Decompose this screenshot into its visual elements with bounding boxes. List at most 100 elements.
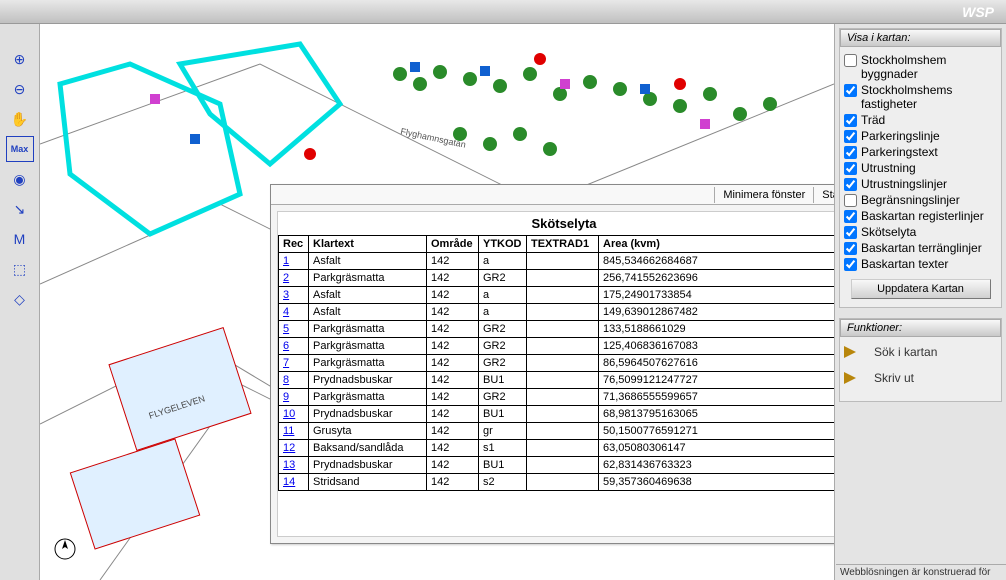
rec-link[interactable]: 8: [279, 372, 309, 389]
close-window-link[interactable]: Stäng: [813, 187, 834, 203]
layer-label[interactable]: Begränsningslinjer: [861, 193, 997, 207]
measure-icon[interactable]: M: [6, 226, 34, 252]
cell: s2: [479, 474, 527, 491]
zoom-out-icon[interactable]: ⊖: [6, 76, 34, 102]
rec-link[interactable]: 3: [279, 287, 309, 304]
info-icon[interactable]: ⬚: [6, 256, 34, 282]
cell: 142: [427, 338, 479, 355]
layer-label[interactable]: Baskartan terränglinjer: [861, 241, 997, 255]
col-header: Area (kvm): [599, 236, 835, 253]
cell: 149,639012867482: [599, 304, 835, 321]
layer-label[interactable]: Träd: [861, 113, 997, 127]
rec-link[interactable]: 5: [279, 321, 309, 338]
layer-row: Parkeringslinje: [844, 129, 997, 143]
cell: 256,741552623696: [599, 270, 835, 287]
rec-link[interactable]: 14: [279, 474, 309, 491]
layer-row: Baskartan terränglinjer: [844, 241, 997, 255]
layer-checkbox[interactable]: [844, 146, 857, 159]
cell: a: [479, 253, 527, 270]
data-window-titlebar: Minimera fönster Stäng: [271, 185, 834, 205]
cell: [527, 287, 599, 304]
erase-icon[interactable]: ◇: [6, 286, 34, 312]
layer-label[interactable]: Parkeringslinje: [861, 129, 997, 143]
arrow-icon: [844, 343, 868, 361]
layer-checkbox[interactable]: [844, 84, 857, 97]
cell: Baksand/sandlåda: [309, 440, 427, 457]
sidebar: Visa i kartan: Stockholmshem byggnaderSt…: [834, 24, 1006, 580]
layer-checkbox[interactable]: [844, 130, 857, 143]
layer-label[interactable]: Parkeringstext: [861, 145, 997, 159]
identify-icon[interactable]: ◉: [6, 166, 34, 192]
cell: 142: [427, 253, 479, 270]
minimize-window-link[interactable]: Minimera fönster: [714, 187, 813, 203]
function-label: Sök i kartan: [874, 345, 937, 359]
table-row: 10Prydnadsbuskar142BU168,9813795163065: [279, 406, 835, 423]
col-header: TEXTRAD1: [527, 236, 599, 253]
rec-link[interactable]: 1: [279, 253, 309, 270]
cell: Stridsand: [309, 474, 427, 491]
top-bar: WSP: [0, 0, 1006, 24]
layer-label[interactable]: Utrustning: [861, 161, 997, 175]
function-link[interactable]: Sök i kartan: [844, 343, 997, 361]
table-row: 8Prydnadsbuskar142BU176,5099121247727: [279, 372, 835, 389]
layer-label[interactable]: Stockholmshem byggnader: [861, 53, 997, 81]
function-link[interactable]: Skriv ut: [844, 369, 997, 387]
max-extent-icon[interactable]: Max: [6, 136, 34, 162]
layer-label[interactable]: Skötselyta: [861, 225, 997, 239]
cell: a: [479, 304, 527, 321]
skotselyta-table: RecKlartextOmrådeYTKODTEXTRAD1Area (kvm)…: [278, 235, 834, 491]
rec-link[interactable]: 11: [279, 423, 309, 440]
layer-checkbox[interactable]: [844, 54, 857, 67]
cell: 142: [427, 474, 479, 491]
cell: 125,406836167083: [599, 338, 835, 355]
rec-link[interactable]: 7: [279, 355, 309, 372]
zoom-in-icon[interactable]: ⊕: [6, 46, 34, 72]
cell: [527, 457, 599, 474]
table-row: 1Asfalt142a845,534662684687: [279, 253, 835, 270]
cell: Prydnadsbuskar: [309, 457, 427, 474]
compass-icon: [54, 538, 76, 560]
functions-panel: Funktioner: Sök i kartanSkriv ut: [839, 318, 1002, 402]
layer-checkbox[interactable]: [844, 194, 857, 207]
layer-checkbox[interactable]: [844, 242, 857, 255]
cell: 142: [427, 440, 479, 457]
data-scroll[interactable]: Skötselyta RecKlartextOmrådeYTKODTEXTRAD…: [277, 211, 834, 537]
rec-link[interactable]: 9: [279, 389, 309, 406]
layer-checkbox[interactable]: [844, 114, 857, 127]
layer-checkbox[interactable]: [844, 210, 857, 223]
rec-link[interactable]: 4: [279, 304, 309, 321]
layer-checkbox[interactable]: [844, 258, 857, 271]
map-area[interactable]: Flyghamnsgatan FLYGELEVEN Minimera fönst…: [40, 24, 834, 580]
select-icon[interactable]: ↘: [6, 196, 34, 222]
update-map-button[interactable]: Uppdatera Kartan: [851, 279, 991, 299]
layer-row: Stockholmshems fastigheter: [844, 83, 997, 111]
layer-checkbox[interactable]: [844, 178, 857, 191]
table-row: 14Stridsand142s259,357360469638: [279, 474, 835, 491]
cell: gr: [479, 423, 527, 440]
layer-label[interactable]: Baskartan registerlinjer: [861, 209, 997, 223]
rec-link[interactable]: 13: [279, 457, 309, 474]
layer-label[interactable]: Baskartan texter: [861, 257, 997, 271]
layer-row: Utrustningslinjer: [844, 177, 997, 191]
layer-row: Skötselyta: [844, 225, 997, 239]
table-row: 2Parkgräsmatta142GR2256,741552623696: [279, 270, 835, 287]
layers-panel-title: Visa i kartan:: [840, 29, 1001, 47]
layer-label[interactable]: Stockholmshems fastigheter: [861, 83, 997, 111]
layer-checkbox[interactable]: [844, 226, 857, 239]
rec-link[interactable]: 6: [279, 338, 309, 355]
rec-link[interactable]: 10: [279, 406, 309, 423]
layer-checkbox[interactable]: [844, 162, 857, 175]
cell: [527, 406, 599, 423]
cell: [527, 440, 599, 457]
cell: [527, 389, 599, 406]
layer-row: Utrustning: [844, 161, 997, 175]
pan-icon[interactable]: ✋: [6, 106, 34, 132]
col-header: Område: [427, 236, 479, 253]
cell: 142: [427, 355, 479, 372]
layer-label[interactable]: Utrustningslinjer: [861, 177, 997, 191]
table-row: 5Parkgräsmatta142GR2133,5188661029: [279, 321, 835, 338]
cell: BU1: [479, 406, 527, 423]
rec-link[interactable]: 2: [279, 270, 309, 287]
brand-label: WSP: [962, 4, 994, 20]
rec-link[interactable]: 12: [279, 440, 309, 457]
